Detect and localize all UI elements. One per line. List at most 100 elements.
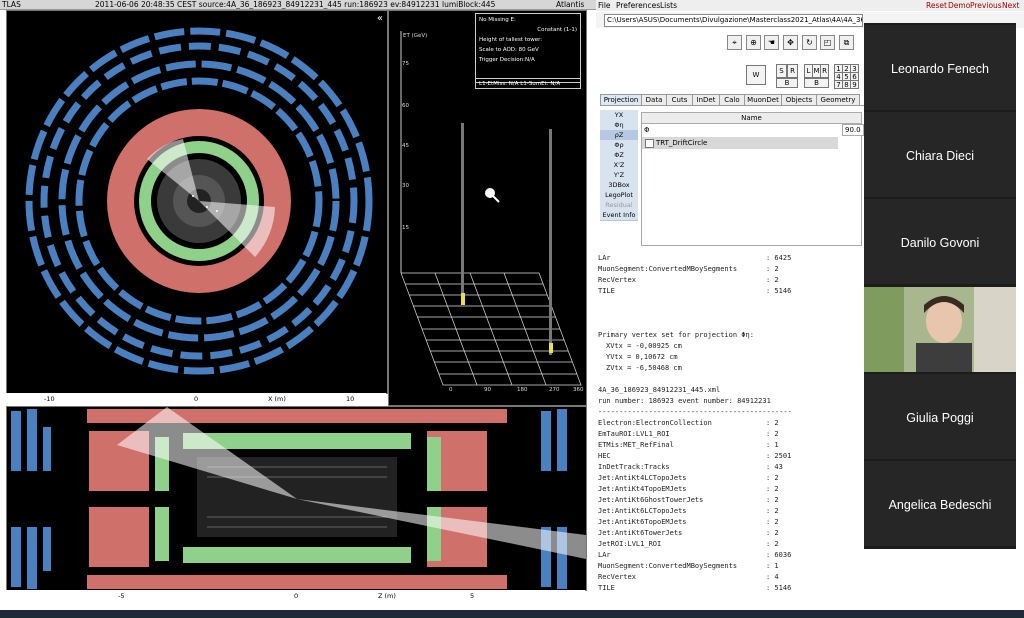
zoom-icon[interactable]: ⊕ bbox=[746, 35, 761, 50]
menu-preferences[interactable]: Preferences bbox=[616, 0, 660, 11]
collection-count: : 2 bbox=[766, 518, 779, 526]
lego-x-tick: 270 bbox=[549, 387, 560, 393]
participant-tile[interactable]: Danilo Govoni bbox=[864, 199, 1016, 284]
tab-indet[interactable]: InDet bbox=[692, 94, 720, 105]
window-b-button[interactable]: B bbox=[776, 78, 798, 88]
menu-file[interactable]: File bbox=[598, 0, 611, 11]
window-r-button[interactable]: R bbox=[787, 64, 798, 78]
rz-projection-view[interactable] bbox=[6, 406, 587, 591]
lego-plot-view[interactable]: No Missing E: Constant (1-1) Height of t… bbox=[388, 10, 587, 406]
participant-video-tile[interactable] bbox=[864, 287, 1016, 372]
lego-x-tick: 0 bbox=[449, 387, 453, 393]
collection-name: HEC bbox=[598, 452, 611, 460]
console-line: LAr bbox=[598, 254, 611, 262]
yx-detector-drawing bbox=[25, 27, 373, 375]
tab-muondet[interactable]: MuonDet bbox=[744, 94, 782, 105]
rz-axis-label: Z (m) bbox=[378, 592, 396, 600]
collection-count: : 2 bbox=[766, 430, 779, 438]
participant-video bbox=[864, 287, 1016, 372]
rz-tick-right: 5 bbox=[470, 592, 475, 600]
table-row[interactable]: Φ 90.0 bbox=[642, 124, 864, 136]
menu-lists[interactable]: Lists bbox=[660, 0, 677, 11]
app-name: Atlantis bbox=[556, 0, 585, 9]
hand-icon[interactable]: ☚ bbox=[764, 35, 779, 50]
collection-name: Jet:AntiKt6GhostTowerJets bbox=[598, 496, 704, 504]
yx-tick-right: 10 bbox=[346, 395, 355, 403]
tab-calo[interactable]: Calo bbox=[719, 94, 745, 105]
trt-checkbox[interactable] bbox=[645, 139, 654, 148]
title-left: TLAS bbox=[2, 0, 21, 9]
collection-count: : 1 bbox=[766, 441, 779, 449]
participant-tile[interactable]: Angelica Bedeschi bbox=[864, 461, 1016, 546]
move-icon[interactable]: ✥ bbox=[783, 35, 798, 50]
collection-count: : 2 bbox=[766, 540, 779, 548]
event-file-line: 4A_36_186923_84912231_445.xml bbox=[598, 386, 721, 394]
collection-name: InDetTrack:Tracks bbox=[598, 463, 670, 471]
table-header-name: Name bbox=[642, 113, 861, 124]
lego-x-tick: 180 bbox=[517, 387, 528, 393]
sync-icon[interactable]: ⧉ bbox=[839, 35, 854, 50]
tab-cuts[interactable]: Cuts bbox=[666, 94, 693, 105]
tab-projection[interactable]: Projection bbox=[600, 94, 642, 105]
window-r2-button[interactable]: R bbox=[820, 64, 829, 78]
collapse-icon[interactable]: « bbox=[377, 13, 383, 24]
console-value: : 2 bbox=[766, 265, 779, 273]
collection-name: MuonSegment:ConvertedMBoySegments bbox=[598, 562, 738, 570]
collection-count: : 2 bbox=[766, 496, 779, 504]
window-w-button[interactable]: W bbox=[746, 65, 766, 85]
collection-name: EmTauROI:LVL1_ROI bbox=[598, 430, 670, 438]
participant-tile[interactable]: Leonardo Fenech bbox=[864, 25, 1016, 110]
row-label: Φ bbox=[644, 126, 650, 134]
vertex-title: Primary vertex set for projection Φη: bbox=[598, 331, 754, 339]
tab-data[interactable]: Data bbox=[641, 94, 667, 105]
run-line: run number: 186923 event number: 8491223… bbox=[598, 397, 771, 405]
phi-value-field[interactable]: 90.0 bbox=[842, 124, 864, 136]
collection-name: LAr bbox=[598, 551, 611, 559]
window-s-button[interactable]: S bbox=[776, 64, 787, 78]
lego-info-box: No Missing E: Constant (1-1) Height of t… bbox=[475, 13, 581, 83]
collection-name: Jet:AntiKt6TowerJets bbox=[598, 529, 683, 537]
rotate-icon[interactable]: ↻ bbox=[802, 35, 817, 50]
window-grid-cell[interactable]: 9 bbox=[850, 80, 859, 89]
separator-line: ----------------------------------------… bbox=[598, 408, 792, 416]
pick-icon[interactable]: ⌖ bbox=[727, 35, 742, 50]
collection-name: Jet:AntiKt6TopoEMJets bbox=[598, 518, 687, 526]
collection-count: : 2 bbox=[766, 507, 779, 515]
l1-info-box: L1-EtMiss: N/A L1-SumEt: N/A bbox=[475, 78, 581, 89]
collection-name: Jet:AntiKt4LCTopoJets bbox=[598, 474, 687, 482]
parameter-table: Name Φ 90.0 TRT_DriftCircle bbox=[641, 112, 864, 246]
window-b2-button[interactable]: B bbox=[804, 78, 829, 88]
collection-name: RecVertex bbox=[598, 573, 636, 581]
fisheye-icon[interactable]: ◰ bbox=[820, 35, 835, 50]
menu-bar: File Preferences Lists Reset Demo Previo… bbox=[596, 0, 1024, 11]
tab-geometry[interactable]: Geometry bbox=[816, 94, 860, 105]
atlantis-title-bar: TLAS 2011-06-06 20:48:35 CEST source:4A_… bbox=[0, 0, 596, 10]
lego-y-tick: 75 bbox=[402, 61, 409, 67]
collection-count: : 2 bbox=[766, 529, 779, 537]
collection-name: TILE bbox=[598, 584, 615, 592]
participant-tile[interactable]: Chiara Dieci bbox=[864, 112, 1016, 197]
vertex-line: XVtx = -0,00925 cm bbox=[606, 342, 682, 350]
menu-reset[interactable]: Reset bbox=[926, 0, 947, 11]
menu-next[interactable]: Next bbox=[1002, 0, 1019, 11]
projection-event-info[interactable]: Event Info bbox=[600, 210, 638, 221]
lego-info-line: Scale to AOD: 80 GeV bbox=[479, 47, 539, 53]
yx-projection-view[interactable]: « bbox=[6, 10, 388, 394]
collection-name: JetROI:LVL1_ROI bbox=[598, 540, 662, 548]
tab-objects[interactable]: Objects bbox=[781, 94, 817, 105]
menu-previous[interactable]: Previous bbox=[970, 0, 1002, 11]
collection-name: Jet:AntiKt6LCTopoJets bbox=[598, 507, 687, 515]
taskbar bbox=[0, 610, 1024, 618]
video-call-gallery: Leonardo Fenech Chiara Dieci Danilo Govo… bbox=[864, 23, 1016, 549]
yx-tick-mid: 0 bbox=[194, 395, 199, 403]
menu-demo[interactable]: Demo bbox=[948, 0, 970, 11]
collection-count: : 5146 bbox=[766, 584, 792, 592]
table-row[interactable]: TRT_DriftCircle bbox=[642, 137, 838, 149]
rz-tick-left: -5 bbox=[118, 592, 125, 600]
console-value: : 6425 bbox=[766, 254, 792, 262]
lego-info-line: Constant (1-1) bbox=[537, 27, 577, 33]
file-path-field[interactable]: C:\Users\ASUS\Documents\Divulgazione\Mas… bbox=[604, 14, 863, 27]
collection-count: : 2 bbox=[766, 419, 779, 427]
participant-name: Leonardo Fenech bbox=[891, 62, 989, 76]
participant-tile[interactable]: Giulia Poggi bbox=[864, 374, 1016, 459]
